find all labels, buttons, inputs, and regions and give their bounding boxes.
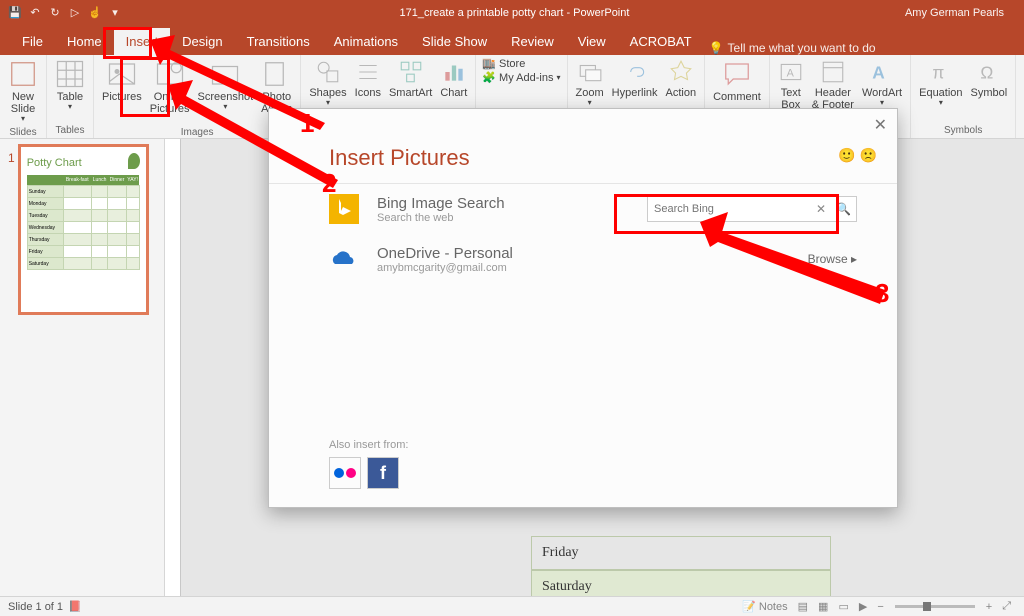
equation-button[interactable]: πEquation▾	[915, 57, 966, 110]
save-icon[interactable]: 💾	[6, 4, 24, 22]
arrow-3	[700, 212, 890, 307]
bing-sub: Search the web	[377, 212, 647, 224]
user-name: Amy German Pearls	[905, 7, 1024, 19]
action-button[interactable]: Action	[662, 57, 701, 101]
tab-review[interactable]: Review	[499, 28, 566, 55]
group-media: Media	[1020, 124, 1024, 137]
bing-heading: Bing Image Search	[377, 195, 647, 212]
hyperlink-button[interactable]: Hyperlink	[608, 57, 662, 101]
comment-button[interactable]: Comment	[709, 57, 765, 105]
table-row: Friday	[531, 536, 831, 570]
zoom-slider[interactable]	[895, 605, 975, 608]
start-icon[interactable]: ▷	[66, 4, 84, 22]
facebook-button[interactable]: f	[367, 457, 399, 489]
tab-view[interactable]: View	[566, 28, 618, 55]
slide-thumbnail-1[interactable]: 1 Potty Chart Break-fastLunchDinnerYAY! …	[4, 147, 160, 312]
leaf-icon	[128, 153, 140, 169]
touch-icon[interactable]: ☝	[86, 4, 104, 22]
insert-pictures-dialog: ✕ 🙂 🙁 Insert Pictures Bing Image Search …	[268, 108, 898, 508]
notes-button[interactable]: 📝 Notes	[737, 600, 793, 613]
window-title: 171_create a printable potty chart - Pow…	[124, 7, 905, 19]
thumb-number: 1	[8, 151, 15, 312]
svg-text:π: π	[932, 63, 944, 83]
annotation-number-3: 3	[875, 278, 889, 309]
bulb-icon: 💡	[709, 41, 724, 55]
tab-file[interactable]: File	[10, 28, 55, 55]
potty-table: Break-fastLunchDinnerYAY! Sunday Monday …	[27, 175, 140, 270]
header-button[interactable]: Header & Footer	[808, 57, 858, 113]
svg-text:A: A	[872, 63, 885, 83]
video-button[interactable]: Video▾	[1020, 57, 1024, 110]
reading-view-icon[interactable]: ▭	[833, 600, 853, 613]
addins-icon: 🧩	[482, 72, 496, 84]
store-icon: 🏬	[482, 58, 496, 70]
my-addins-button[interactable]: 🧩 My Add-ins ▾	[480, 71, 562, 85]
zoom-in-icon[interactable]: +	[981, 601, 997, 613]
tab-acrobat[interactable]: ACROBAT	[618, 28, 704, 55]
ruler-vertical	[165, 139, 181, 596]
redo-icon[interactable]: ↻	[46, 4, 64, 22]
dialog-title: Insert Pictures	[269, 109, 897, 183]
wordart-button[interactable]: AWordArt▾	[858, 57, 906, 110]
undo-icon[interactable]: ↶	[26, 4, 44, 22]
svg-text:Ω: Ω	[980, 63, 993, 83]
svg-text:A: A	[786, 67, 794, 79]
slideshow-view-icon[interactable]: ▶	[854, 600, 872, 613]
qat-more-icon[interactable]: ▾	[106, 4, 124, 22]
sorter-view-icon[interactable]: ▦	[813, 600, 833, 613]
onedrive-icon	[329, 244, 359, 274]
store-button[interactable]: 🏬 Store	[480, 57, 562, 71]
zoom-out-icon[interactable]: −	[872, 601, 888, 613]
tab-slideshow[interactable]: Slide Show	[410, 28, 499, 55]
table-button[interactable]: Table▾	[51, 57, 89, 114]
status-slide: Slide 1 of 1	[8, 601, 63, 613]
fit-icon[interactable]: ⤢	[997, 600, 1016, 613]
smile-icon[interactable]: 🙂	[838, 147, 855, 163]
annotation-box-insert-tab	[103, 27, 152, 59]
chart-button[interactable]: Chart	[436, 57, 471, 101]
symbol-button[interactable]: ΩSymbol	[967, 57, 1012, 101]
also-insert-label: Also insert from:	[329, 439, 408, 451]
arrow-2	[168, 80, 343, 190]
smartart-button[interactable]: SmartArt	[385, 57, 436, 101]
spellcheck-icon[interactable]: 📕	[63, 600, 87, 613]
annotation-number-2: 2	[322, 168, 336, 199]
new-slide-button[interactable]: New Slide▾	[4, 57, 42, 126]
text-box-button[interactable]: AText Box	[774, 57, 808, 113]
group-tables: Tables	[51, 124, 89, 137]
frown-icon[interactable]: 🙁	[860, 147, 877, 163]
group-symbols: Symbols	[915, 124, 1011, 137]
zoom-button[interactable]: Zoom▾	[572, 57, 608, 110]
icons-button[interactable]: Icons	[351, 57, 385, 101]
slide-title: Potty Chart	[27, 157, 82, 169]
flickr-button[interactable]	[329, 457, 361, 489]
tab-animations[interactable]: Animations	[322, 28, 410, 55]
tell-me[interactable]: 💡Tell me what you want to do	[709, 41, 876, 55]
facebook-icon: f	[380, 463, 386, 484]
group-slides: Slides	[4, 126, 42, 139]
normal-view-icon[interactable]: ▤	[793, 600, 813, 613]
flickr-icon	[334, 467, 356, 479]
close-icon[interactable]: ✕	[874, 115, 887, 135]
annotation-number-1: 1	[300, 108, 314, 139]
